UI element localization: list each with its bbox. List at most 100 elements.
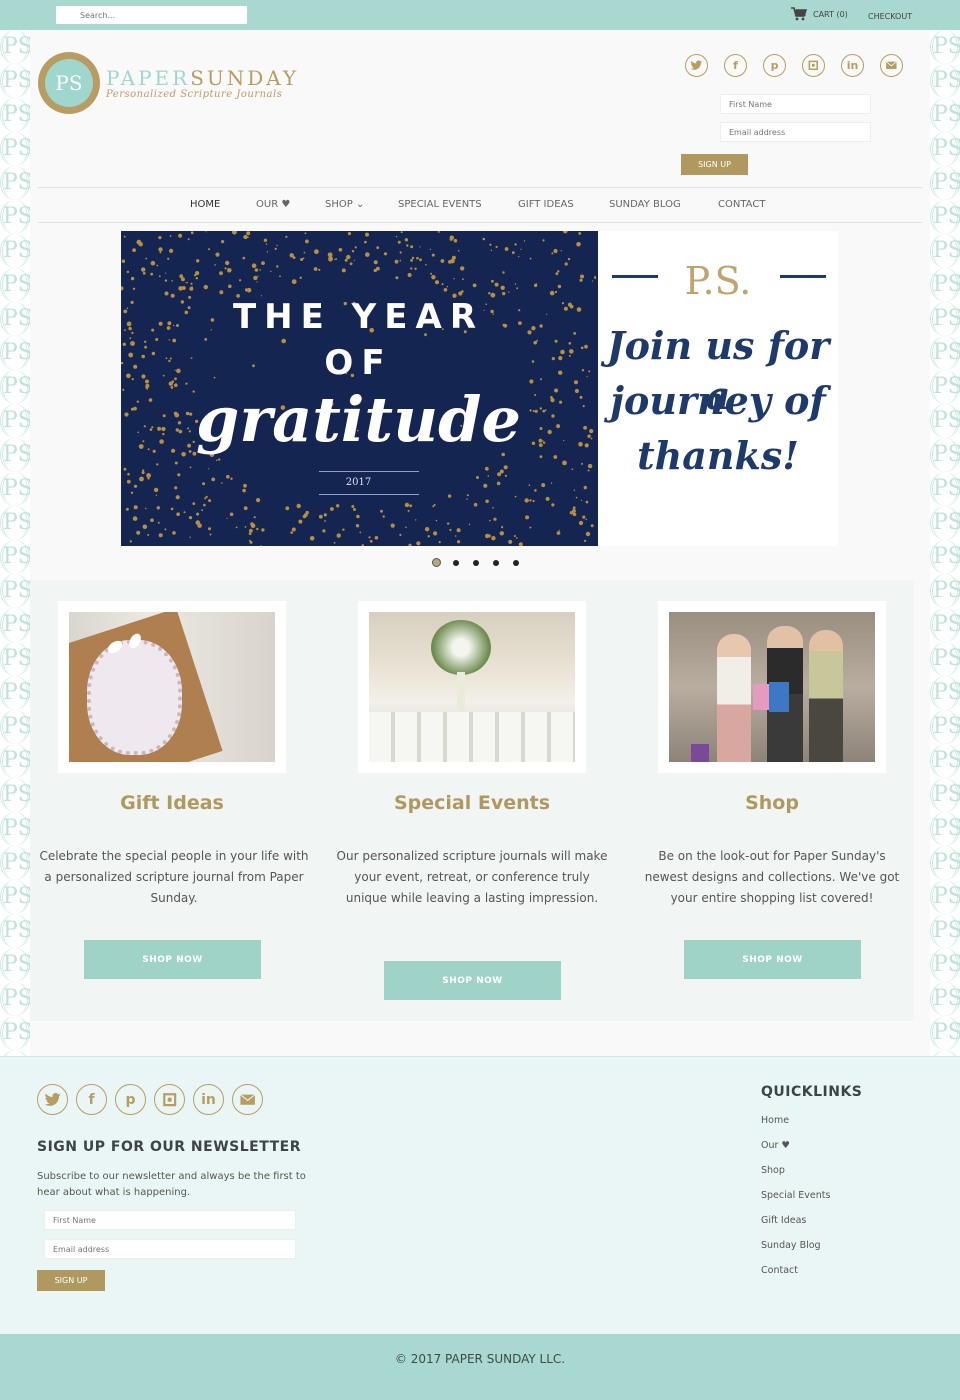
linkedin-icon[interactable]: in bbox=[841, 54, 864, 77]
feature-image-frame[interactable] bbox=[658, 601, 886, 773]
confetti-dot bbox=[158, 275, 161, 278]
confetti-dot bbox=[123, 235, 126, 238]
instagram-icon[interactable] bbox=[802, 54, 825, 77]
confetti-dot bbox=[427, 535, 430, 538]
confetti-dot bbox=[425, 264, 427, 266]
pattern-monogram-tile: PS bbox=[0, 506, 30, 540]
nav-gift-ideas[interactable]: GIFT IDEAS bbox=[518, 199, 574, 210]
pinterest-icon[interactable]: p bbox=[115, 1084, 146, 1115]
confetti-dot bbox=[399, 533, 402, 536]
facebook-icon[interactable]: f bbox=[76, 1084, 107, 1115]
slider-dot-1[interactable] bbox=[432, 558, 441, 567]
confetti-dot bbox=[493, 517, 497, 521]
pattern-monogram-tile: PS bbox=[0, 472, 30, 506]
shop-now-button[interactable]: SHOP NOW bbox=[384, 961, 561, 1000]
confetti-dot bbox=[260, 545, 262, 546]
header-first-name-field[interactable] bbox=[720, 94, 871, 114]
confetti-dot bbox=[177, 473, 181, 477]
confetti-dot bbox=[399, 251, 402, 254]
checkout-link[interactable]: CHECKOUT bbox=[868, 12, 912, 21]
confetti-dot bbox=[254, 268, 259, 272]
pattern-monogram-tile: PS bbox=[930, 846, 960, 880]
footer-first-name-field[interactable] bbox=[44, 1210, 296, 1230]
feature-description: Celebrate the special people in your lif… bbox=[39, 849, 309, 905]
slider-dot-5[interactable] bbox=[513, 559, 519, 566]
brand-name: PAPERSUNDAY bbox=[106, 67, 299, 89]
twitter-icon[interactable] bbox=[37, 1084, 68, 1115]
confetti-dot bbox=[508, 539, 513, 544]
confetti-dot bbox=[567, 257, 571, 261]
email-icon[interactable] bbox=[232, 1084, 263, 1115]
nav-shop[interactable]: SHOP ⌄ bbox=[325, 199, 364, 210]
confetti-dot bbox=[335, 258, 338, 260]
nav-contact[interactable]: CONTACT bbox=[718, 199, 765, 210]
confetti-dot bbox=[266, 251, 269, 253]
quicklink-gift-ideas[interactable]: Gift Ideas bbox=[761, 1214, 830, 1239]
confetti-dot bbox=[204, 497, 207, 500]
confetti-dot bbox=[457, 250, 460, 252]
header-signup-button[interactable]: SIGN UP bbox=[681, 154, 748, 175]
pinterest-icon[interactable]: p bbox=[763, 54, 786, 77]
confetti-dot bbox=[419, 258, 422, 262]
confetti-dot bbox=[169, 235, 172, 237]
slider-dot-3[interactable] bbox=[473, 559, 479, 566]
confetti-dot bbox=[551, 252, 554, 255]
confetti-dot bbox=[466, 494, 469, 497]
nav-special-events[interactable]: SPECIAL EVENTS bbox=[398, 199, 482, 210]
quicklink-shop[interactable]: Shop bbox=[761, 1164, 830, 1189]
confetti-dot bbox=[333, 541, 336, 544]
pattern-monogram-tile: PS bbox=[0, 574, 30, 608]
pattern-monogram-tile: PS bbox=[930, 132, 960, 166]
feature-image-frame[interactable] bbox=[358, 601, 586, 773]
confetti-dot bbox=[303, 251, 306, 254]
search-input[interactable] bbox=[56, 6, 247, 24]
pattern-monogram-tile: PS bbox=[0, 676, 30, 710]
nav-home[interactable]: HOME bbox=[190, 199, 220, 210]
nav-our-heart[interactable]: OUR ♥ bbox=[256, 199, 290, 210]
confetti-dot bbox=[153, 487, 159, 493]
copyright-bar: © 2017 PAPER SUNDAY LLC. bbox=[0, 1334, 960, 1400]
confetti-dot bbox=[336, 504, 340, 508]
quicklink-contact[interactable]: Contact bbox=[761, 1264, 830, 1289]
cart-link[interactable]: CART (0) bbox=[791, 7, 848, 21]
confetti-dot bbox=[250, 523, 256, 528]
instagram-icon[interactable] bbox=[154, 1084, 185, 1115]
confetti-dot bbox=[458, 291, 463, 296]
slider-dot-4[interactable] bbox=[493, 559, 499, 566]
confetti-dot bbox=[147, 533, 150, 536]
confetti-dot bbox=[130, 276, 135, 281]
confetti-dot bbox=[575, 496, 578, 499]
twitter-icon[interactable] bbox=[685, 54, 708, 77]
quicklinks-list: Home Our ♥ Shop Special Events Gift Idea… bbox=[761, 1114, 830, 1289]
email-icon[interactable] bbox=[880, 54, 903, 77]
shop-now-button[interactable]: SHOP NOW bbox=[684, 940, 861, 979]
confetti-dot bbox=[433, 531, 438, 536]
footer-email-field[interactable] bbox=[44, 1239, 296, 1259]
hero-slider[interactable]: THE YEAR OF gratitude 2017 P.S. Join us … bbox=[121, 231, 838, 546]
brand-name-sunday: SUNDAY bbox=[190, 65, 300, 90]
linkedin-icon[interactable]: in bbox=[193, 1084, 224, 1115]
confetti-dot bbox=[227, 268, 232, 273]
confetti-dot bbox=[256, 527, 259, 531]
facebook-icon[interactable]: f bbox=[724, 54, 747, 77]
confetti-dot bbox=[299, 276, 302, 279]
confetti-dot bbox=[164, 291, 169, 296]
quicklink-our-heart[interactable]: Our ♥ bbox=[761, 1139, 830, 1164]
pattern-monogram-tile: PS bbox=[930, 234, 960, 268]
confetti-dot bbox=[404, 502, 410, 508]
logo[interactable]: PS PAPERSUNDAY Personalized Scripture Jo… bbox=[38, 52, 299, 114]
confetti-dot bbox=[121, 259, 126, 263]
quicklink-sunday-blog[interactable]: Sunday Blog bbox=[761, 1239, 830, 1264]
feature-image-frame[interactable] bbox=[58, 601, 286, 773]
nav-sunday-blog[interactable]: SUNDAY BLOG bbox=[609, 199, 681, 210]
quicklink-home[interactable]: Home bbox=[761, 1114, 830, 1139]
header-email-field[interactable] bbox=[720, 122, 871, 142]
confetti-dot bbox=[441, 283, 444, 286]
quicklink-special-events[interactable]: Special Events bbox=[761, 1189, 830, 1214]
shop-now-button[interactable]: SHOP NOW bbox=[84, 940, 261, 979]
confetti-dot bbox=[164, 528, 167, 531]
confetti-dot bbox=[542, 239, 545, 242]
slider-dot-2[interactable] bbox=[453, 559, 459, 566]
confetti-dot bbox=[158, 236, 162, 240]
footer-signup-button[interactable]: SIGN UP bbox=[37, 1270, 105, 1291]
